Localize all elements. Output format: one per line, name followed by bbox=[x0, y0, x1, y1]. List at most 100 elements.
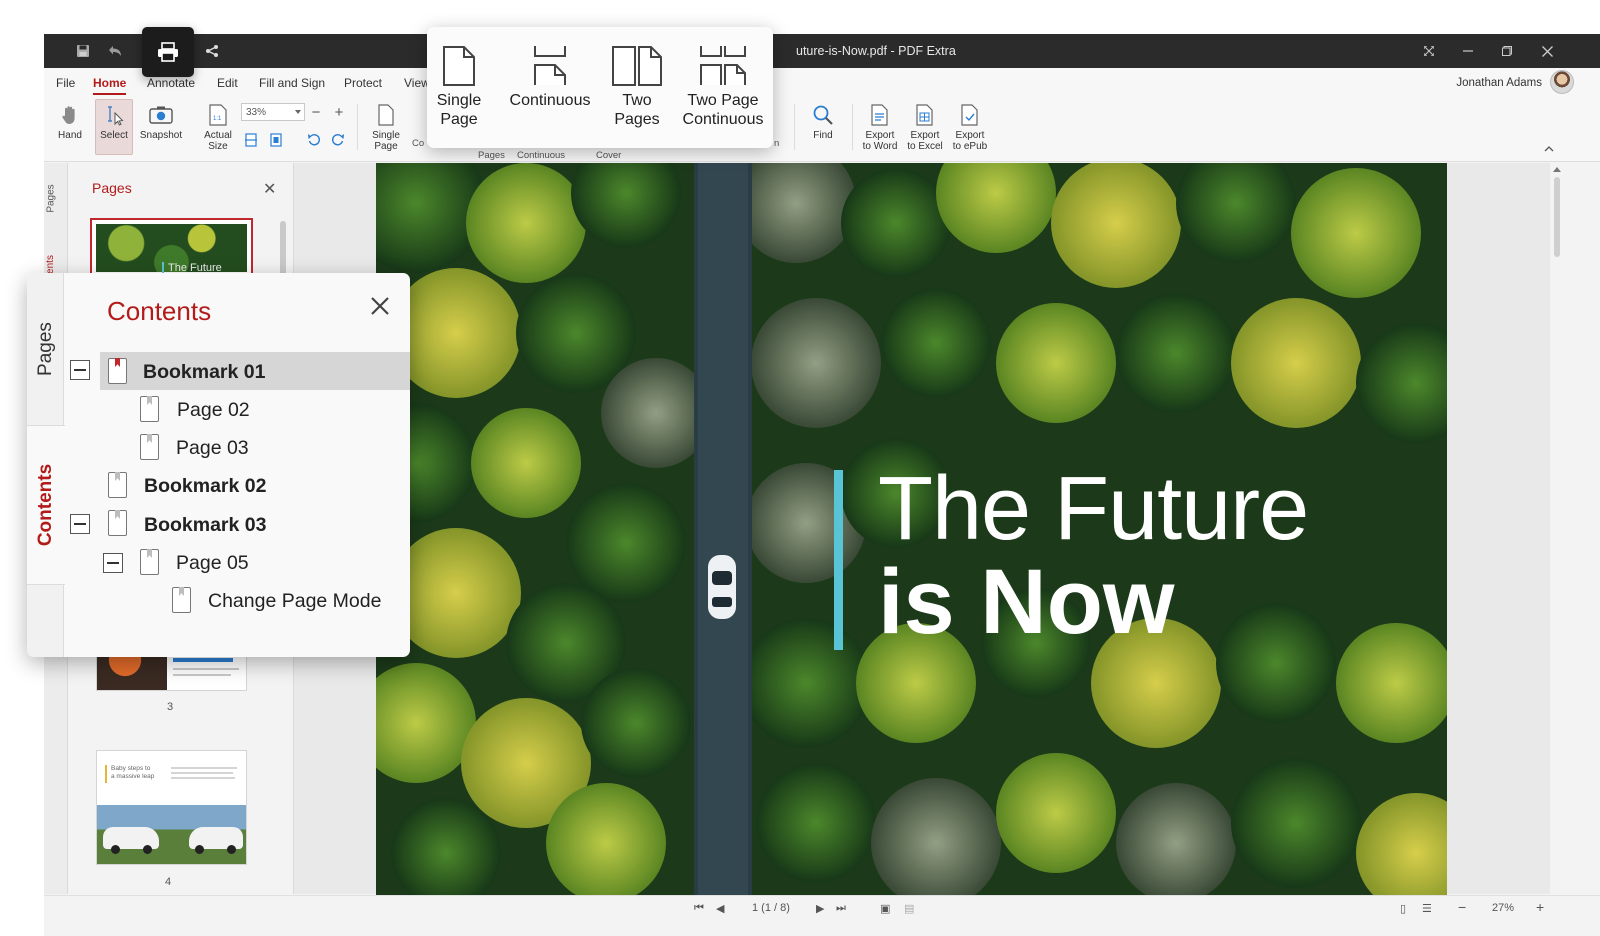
single-page-ribbon-button[interactable]: Single Page bbox=[366, 100, 406, 156]
minimize-icon[interactable] bbox=[1456, 40, 1480, 62]
bookmark-icon bbox=[140, 434, 159, 460]
hand-tool-button[interactable]: Hand bbox=[54, 100, 86, 154]
strip-tab-contents[interactable]: ents bbox=[45, 255, 56, 274]
snapshot-button[interactable]: Snapshot bbox=[138, 100, 184, 154]
fit-page-icon[interactable] bbox=[268, 132, 284, 148]
single-page-icon bbox=[366, 100, 406, 130]
two-page-continuous-mode-button[interactable]: Two Page Continuous bbox=[677, 45, 769, 129]
tab-annotate[interactable]: Annotate bbox=[147, 76, 195, 90]
scroll-up-icon[interactable] bbox=[1553, 167, 1561, 172]
rotate-left-icon[interactable] bbox=[306, 132, 322, 148]
zoom-in-status-icon[interactable]: + bbox=[1536, 899, 1544, 915]
page-layout-icon[interactable]: ▤ bbox=[904, 902, 914, 915]
status-bar: ⏮ ◀ 1 (1 / 8) ▶ ⏭ ▣ ▤ ▯ ☰ − 27% + bbox=[44, 895, 1600, 919]
undo-icon[interactable] bbox=[104, 40, 126, 62]
status-zoom-value[interactable]: 27% bbox=[1492, 902, 1514, 914]
user-name[interactable]: Jonathan Adams bbox=[1456, 77, 1542, 89]
close-icon[interactable] bbox=[367, 293, 393, 319]
restore-icon[interactable] bbox=[1495, 40, 1519, 62]
tree-item-label[interactable]: Bookmark 01 bbox=[143, 361, 265, 384]
fit-width-icon[interactable] bbox=[243, 132, 259, 148]
zoom-in-icon[interactable]: + bbox=[331, 104, 347, 121]
actual-size-button[interactable]: 1:1 Actual Size bbox=[201, 100, 235, 156]
continuous-ribbon-label-partial: Co bbox=[412, 138, 425, 149]
tab-fill-and-sign[interactable]: Fill and Sign bbox=[259, 76, 325, 90]
bookmark-icon bbox=[140, 396, 159, 422]
tab-view[interactable]: View bbox=[404, 76, 430, 90]
zoom-out-status-icon[interactable]: − bbox=[1458, 899, 1466, 915]
collapse-toggle[interactable] bbox=[103, 553, 123, 573]
document-scrollbar[interactable] bbox=[1550, 163, 1564, 895]
two-pages-mode-label-1: Two bbox=[622, 92, 652, 109]
fullscreen-icon[interactable] bbox=[1417, 40, 1441, 62]
contents-popup-tab-contents[interactable]: Contents bbox=[27, 425, 65, 585]
first-page-icon[interactable]: ⏮ bbox=[694, 902, 704, 915]
continuous-mode-button[interactable]: Continuous bbox=[505, 45, 595, 110]
select-tool-button[interactable]: Select bbox=[95, 99, 133, 155]
find-label: Find bbox=[813, 130, 833, 141]
tree-item-page-03[interactable]: Page 03 bbox=[176, 437, 249, 460]
contents-popup-tab-strip: Pages Contents bbox=[27, 273, 65, 657]
pages-panel-title: Pages bbox=[92, 180, 132, 196]
export-epub-icon bbox=[949, 100, 991, 130]
contents-popup-tab-pages[interactable]: Pages bbox=[27, 273, 64, 425]
share-icon[interactable] bbox=[201, 40, 223, 62]
zoom-out-icon[interactable]: − bbox=[308, 104, 324, 121]
continuous-view-icon[interactable]: ☰ bbox=[1422, 902, 1432, 915]
rotate-right-icon[interactable] bbox=[330, 132, 346, 148]
select-icon bbox=[96, 100, 132, 130]
pages-scrollbar-thumb[interactable] bbox=[280, 221, 286, 281]
document-headline-line-1: The Future bbox=[878, 459, 1309, 559]
close-window-icon[interactable] bbox=[1535, 40, 1559, 62]
window-title: uture-is-Now.pdf - PDF Extra bbox=[796, 44, 956, 58]
document-page[interactable]: The Future is Now bbox=[376, 163, 1447, 895]
collapse-toggle[interactable] bbox=[70, 360, 90, 380]
tab-protect[interactable]: Protect bbox=[344, 76, 382, 90]
tree-item-change-page-mode[interactable]: Change Page Mode bbox=[208, 590, 381, 613]
hand-label: Hand bbox=[58, 130, 82, 141]
page-thumbnail-4[interactable]: Baby steps to a massive leap bbox=[96, 750, 247, 865]
page-view-icon[interactable]: ▣ bbox=[880, 902, 890, 915]
two-pages-mode-button[interactable]: Two Pages bbox=[610, 45, 664, 129]
camera-icon bbox=[138, 100, 184, 130]
tab-edit[interactable]: Edit bbox=[217, 76, 238, 90]
export-to-excel-button[interactable]: Export to Excel bbox=[904, 100, 946, 156]
save-icon[interactable] bbox=[72, 40, 94, 62]
tree-item-page-02[interactable]: Page 02 bbox=[177, 399, 250, 422]
thumbnail-4-heading-line-2: a massive leap bbox=[111, 773, 155, 780]
next-page-icon[interactable]: ▶ bbox=[816, 902, 824, 915]
bookmark-icon bbox=[172, 587, 191, 613]
two-page-continuous-mode-label-1: Two Page bbox=[687, 92, 759, 109]
avatar[interactable] bbox=[1550, 70, 1574, 94]
previous-page-icon[interactable]: ◀ bbox=[716, 902, 724, 915]
tree-item-page-05[interactable]: Page 05 bbox=[176, 552, 249, 575]
single-page-mode-icon bbox=[443, 46, 475, 86]
page-indicator[interactable]: 1 (1 / 8) bbox=[752, 902, 790, 914]
contents-popup: Pages Contents Contents Bookmark 01 Page… bbox=[27, 273, 410, 657]
last-page-icon[interactable]: ⏭ bbox=[836, 902, 846, 915]
strip-tab-pages[interactable]: Pages bbox=[46, 184, 57, 212]
search-icon bbox=[806, 100, 840, 130]
find-button[interactable]: Find bbox=[806, 100, 840, 154]
tree-item-bookmark-03[interactable]: Bookmark 03 bbox=[144, 514, 266, 537]
export-word-icon bbox=[859, 100, 901, 130]
select-label: Select bbox=[100, 130, 128, 141]
collapse-toggle[interactable] bbox=[70, 514, 90, 534]
page-thumbnail-1[interactable]: The Future bbox=[90, 218, 253, 278]
export-to-word-button[interactable]: Export to Word bbox=[859, 100, 901, 156]
tab-home[interactable]: Home bbox=[93, 76, 127, 95]
close-icon[interactable]: ✕ bbox=[263, 179, 276, 199]
export-to-epub-button[interactable]: Export to ePub bbox=[949, 100, 991, 156]
print-button[interactable] bbox=[142, 27, 194, 77]
single-page-label-1: Single bbox=[372, 130, 400, 141]
two-pages-mode-label-2: Pages bbox=[614, 111, 660, 128]
tree-item-bookmark-02[interactable]: Bookmark 02 bbox=[144, 475, 266, 498]
zoom-select[interactable]: 33% bbox=[241, 103, 305, 121]
collapse-ribbon-icon[interactable] bbox=[1541, 140, 1557, 156]
tab-file[interactable]: File bbox=[56, 76, 75, 90]
document-scrollbar-thumb[interactable] bbox=[1554, 177, 1560, 257]
two-page-continuous-mode-label-2: Continuous bbox=[682, 111, 764, 128]
single-page-mode-button[interactable]: Single Page bbox=[433, 45, 485, 129]
page-thumbnail-3[interactable] bbox=[96, 651, 247, 691]
single-page-view-icon[interactable]: ▯ bbox=[1400, 902, 1406, 915]
